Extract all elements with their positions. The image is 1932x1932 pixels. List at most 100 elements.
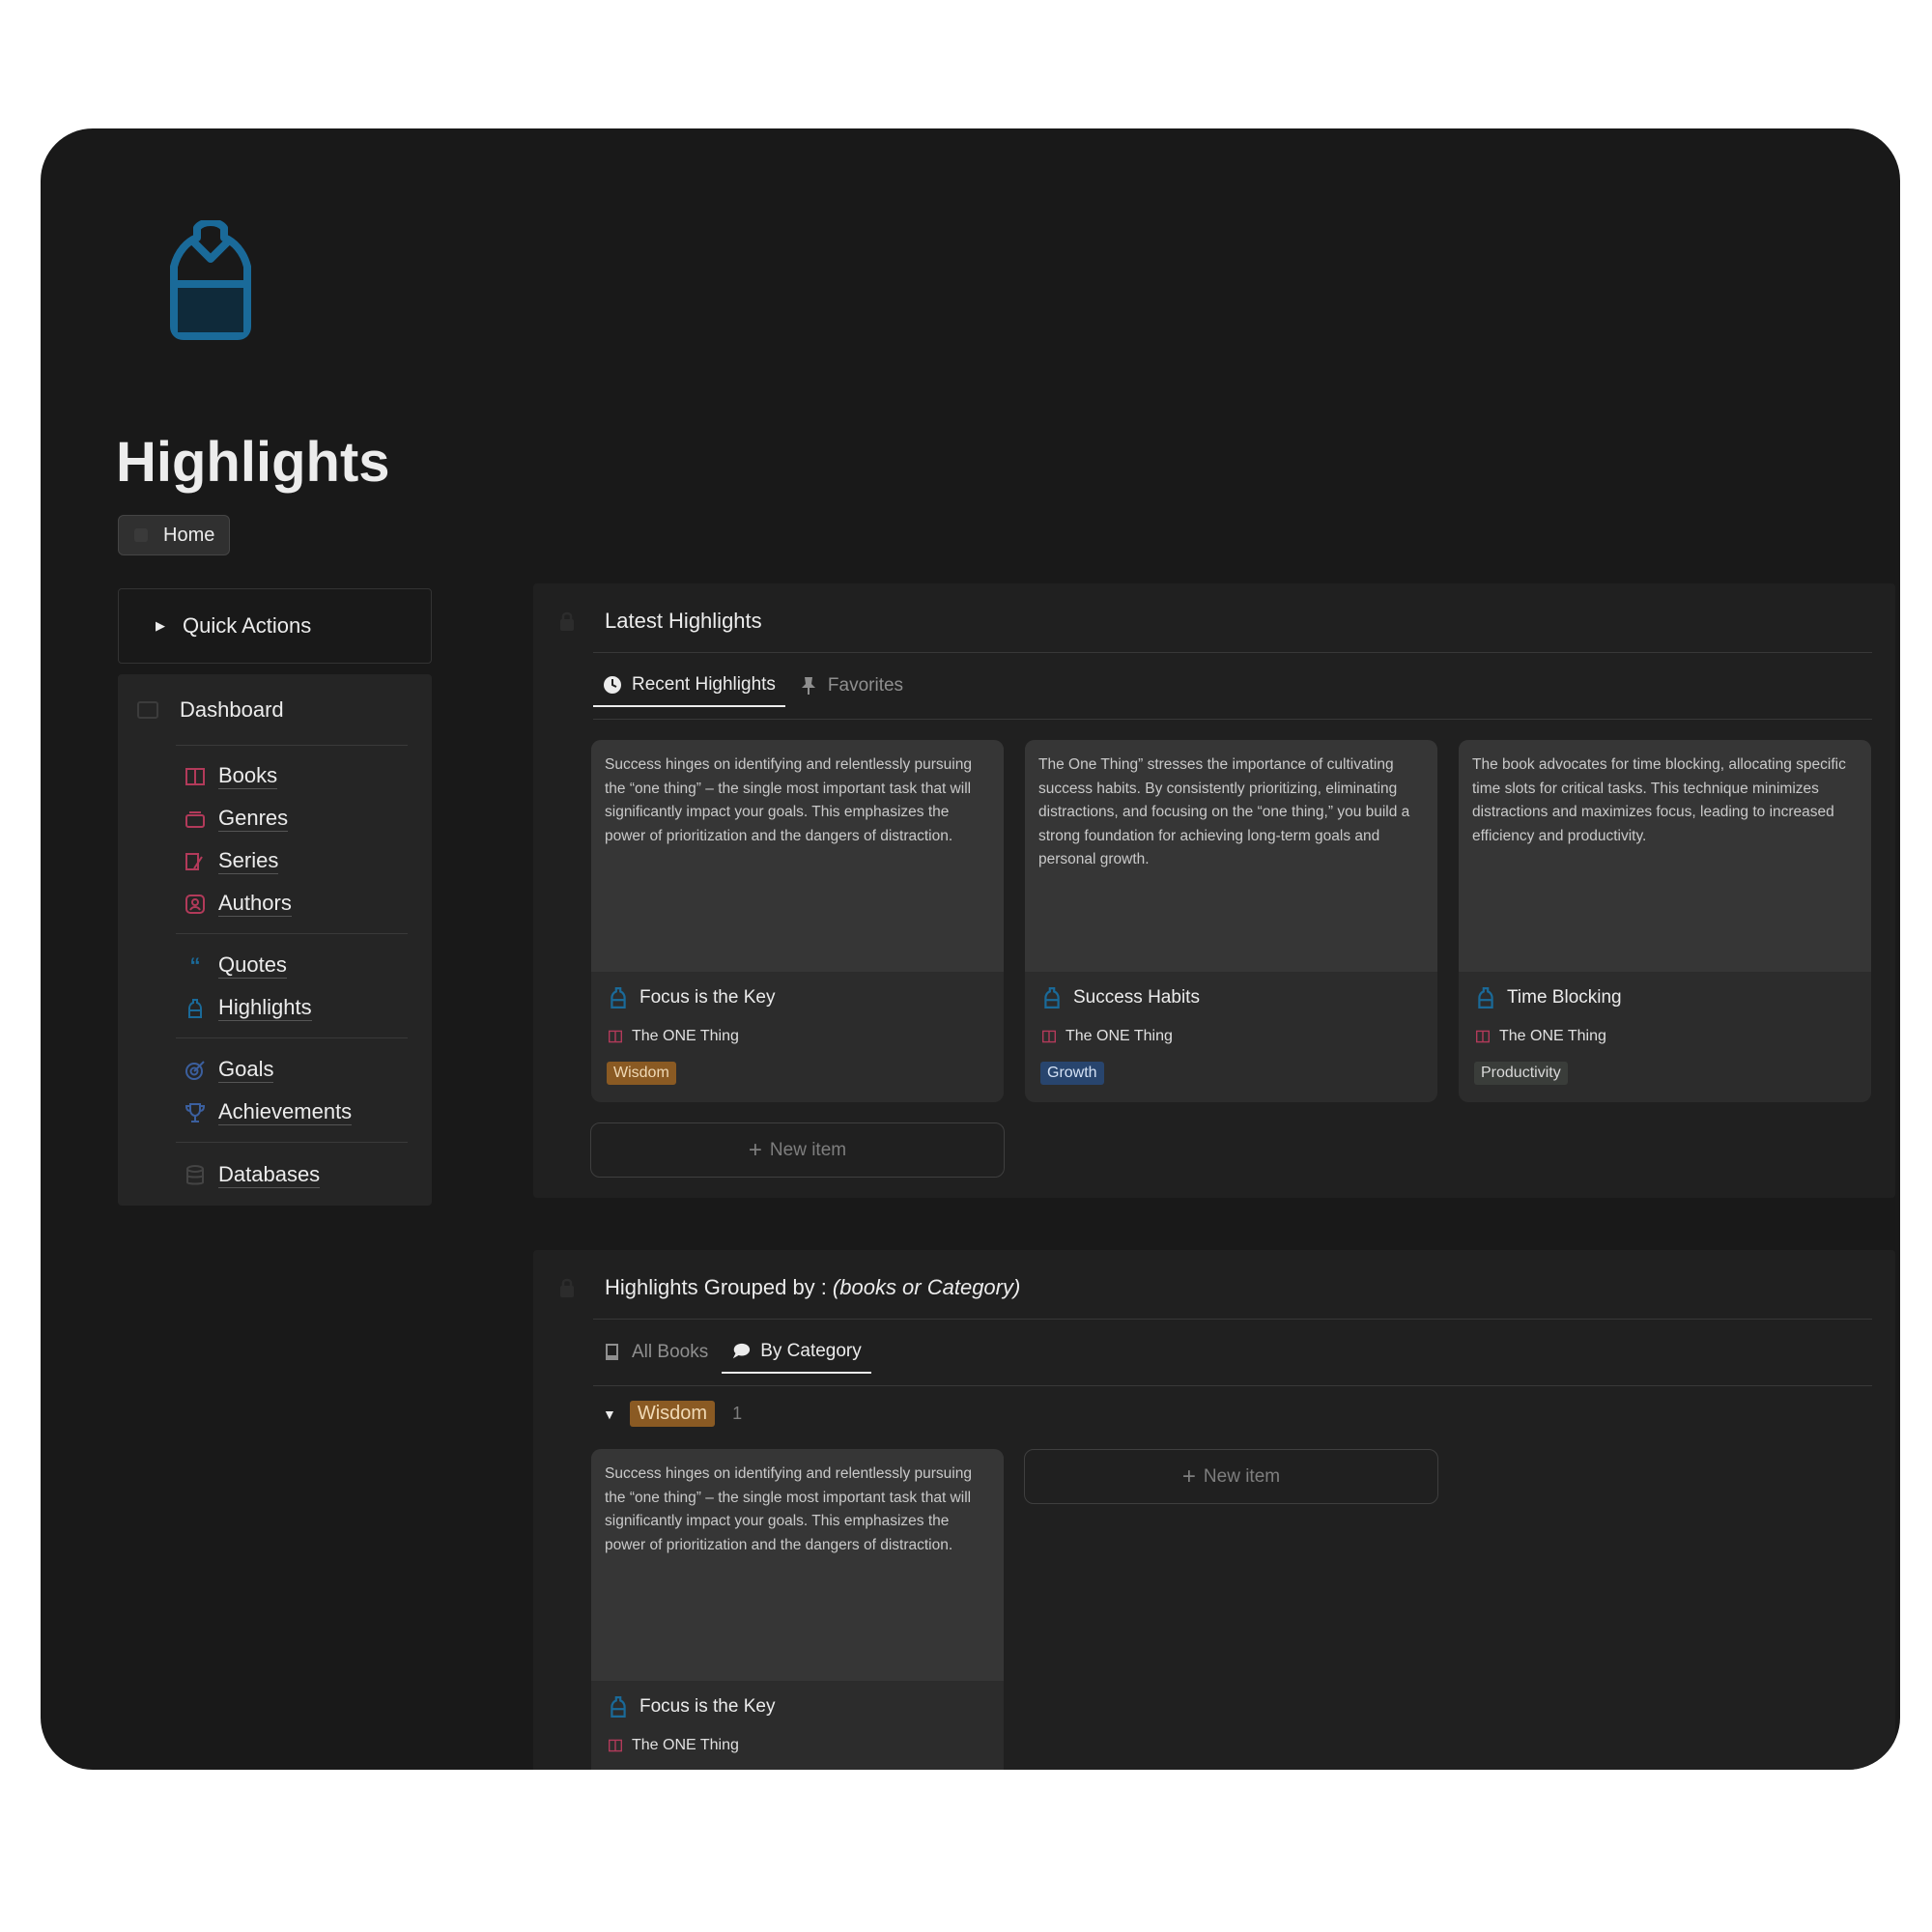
sidebar-item-label: Goals xyxy=(218,1057,274,1083)
panel-title-suffix: (books or Category) xyxy=(832,1275,1021,1299)
new-item-button[interactable]: + New item xyxy=(590,1122,1005,1178)
new-item-button[interactable]: + New item xyxy=(1024,1449,1438,1504)
tab-all-books[interactable]: All Books xyxy=(593,1341,718,1374)
highlight-card[interactable]: Success hinges on identifying and relent… xyxy=(591,740,1004,1102)
sidebar-divider xyxy=(176,1037,408,1038)
highlighter-icon xyxy=(184,997,207,1020)
chat-bubble-icon xyxy=(731,1342,751,1361)
new-item-label: New item xyxy=(769,1139,847,1160)
home-icon xyxy=(134,528,148,542)
highlighter-page-icon xyxy=(170,220,251,340)
tab-recent-highlights[interactable]: Recent Highlights xyxy=(593,674,785,707)
sidebar-item-books[interactable]: Books xyxy=(184,763,278,789)
card-preview: Success hinges on identifying and relent… xyxy=(591,740,1004,972)
panel-title: Latest Highlights xyxy=(605,609,762,633)
sidebar-item-achievements[interactable]: Achievements xyxy=(184,1099,353,1125)
lock-icon xyxy=(560,1278,574,1297)
tab-label: Favorites xyxy=(827,675,904,696)
book-icon xyxy=(1042,1030,1056,1043)
card-title: Focus is the Key xyxy=(609,1696,775,1718)
card-preview: The One Thing” stresses the importance o… xyxy=(1025,740,1437,972)
sidebar-item-label: Books xyxy=(218,763,278,789)
card-preview: Success hinges on identifying and relent… xyxy=(591,1449,1004,1681)
quick-actions-label: Quick Actions xyxy=(183,613,312,638)
tab-by-category[interactable]: By Category xyxy=(722,1341,871,1374)
triangle-right-icon: ▶ xyxy=(156,618,165,633)
trophy-icon xyxy=(184,1101,207,1124)
book-icon xyxy=(609,1030,622,1043)
tag-wisdom: Wisdom xyxy=(607,1062,676,1085)
card-title: Time Blocking xyxy=(1476,987,1622,1009)
sidebar-item-series[interactable]: Series xyxy=(184,848,279,874)
grouped-highlights-header: Highlights Grouped by : (books or Catego… xyxy=(558,1275,1020,1300)
tab-favorites[interactable]: Favorites xyxy=(789,674,913,707)
card-title-text: Success Habits xyxy=(1073,987,1200,1008)
page-title: Highlights xyxy=(116,431,390,494)
tab-label: By Category xyxy=(760,1341,862,1361)
sidebar-navigation: Dashboard Books Genres Series Authors “ … xyxy=(118,674,432,1206)
series-icon xyxy=(184,850,207,873)
target-icon xyxy=(184,1059,207,1082)
author-icon xyxy=(184,893,207,916)
card-title-text: Focus is the Key xyxy=(639,1696,776,1717)
sidebar-divider xyxy=(176,933,408,934)
sidebar-item-label: Achievements xyxy=(218,1099,353,1125)
grouped-highlights-panel: Highlights Grouped by : (books or Catego… xyxy=(533,1250,1895,1770)
pin-icon xyxy=(799,676,818,696)
books-icon xyxy=(603,1343,622,1362)
plus-icon: + xyxy=(748,1136,762,1163)
sidebar-item-goals[interactable]: Goals xyxy=(184,1057,274,1083)
card-book: The ONE Thing xyxy=(1476,1028,1606,1045)
book-icon xyxy=(609,1739,622,1752)
highlight-card[interactable]: The book advocates for time blocking, al… xyxy=(1459,740,1871,1102)
sidebar-divider xyxy=(176,745,408,746)
sidebar-item-label: Databases xyxy=(218,1162,321,1188)
sidebar-item-highlights[interactable]: Highlights xyxy=(184,995,312,1021)
sidebar-item-databases[interactable]: Databases xyxy=(184,1162,321,1188)
group-header-wisdom[interactable]: ▼ Wisdom 1 xyxy=(603,1401,742,1427)
card-text: The book advocates for time blocking, al… xyxy=(1472,756,1846,844)
card-title-text: Time Blocking xyxy=(1507,987,1622,1008)
tag-growth: Growth xyxy=(1040,1062,1104,1085)
highlight-card[interactable]: Success hinges on identifying and relent… xyxy=(591,1449,1004,1770)
sidebar-item-label: Series xyxy=(218,848,279,874)
home-label: Home xyxy=(163,524,215,546)
home-button[interactable]: Home xyxy=(118,515,230,555)
tab-underline-rule xyxy=(593,719,1872,720)
card-book-text: The ONE Thing xyxy=(632,1028,739,1044)
card-text: The One Thing” stresses the importance o… xyxy=(1038,756,1410,867)
quick-actions-toggle[interactable]: ▶ Quick Actions xyxy=(118,588,432,664)
sidebar-dashboard[interactable]: Dashboard xyxy=(137,697,284,723)
sidebar-divider xyxy=(176,1142,408,1143)
panel-title: Highlights Grouped by : xyxy=(605,1275,827,1299)
book-icon xyxy=(184,765,207,788)
sidebar-item-genres[interactable]: Genres xyxy=(184,806,289,832)
tab-label: Recent Highlights xyxy=(632,674,776,695)
sidebar-item-quotes[interactable]: “ Quotes xyxy=(184,952,287,979)
sidebar-item-label: Highlights xyxy=(218,995,312,1021)
card-preview: The book advocates for time blocking, al… xyxy=(1459,740,1871,972)
card-title: Focus is the Key xyxy=(609,987,775,1009)
tab-label: All Books xyxy=(632,1342,709,1362)
genre-icon xyxy=(184,808,207,831)
sidebar-item-label: Authors xyxy=(218,891,292,917)
dashboard-label: Dashboard xyxy=(180,697,284,722)
tag-productivity: Productivity xyxy=(1474,1062,1568,1085)
sidebar-item-label: Quotes xyxy=(218,952,287,979)
card-book: The ONE Thing xyxy=(1042,1028,1173,1045)
latest-highlights-panel: Latest Highlights Recent Highlights Favo… xyxy=(533,583,1895,1198)
card-book-text: The ONE Thing xyxy=(1499,1028,1606,1044)
highlighter-icon xyxy=(1478,987,1493,1009)
notion-window: Highlights Home ▶ Quick Actions Dashboar… xyxy=(41,128,1900,1770)
highlighter-icon xyxy=(611,1696,626,1718)
tab-underline-rule xyxy=(593,1385,1872,1386)
highlight-card[interactable]: The One Thing” stresses the importance o… xyxy=(1025,740,1437,1102)
sidebar-item-authors[interactable]: Authors xyxy=(184,891,292,917)
database-icon xyxy=(184,1164,207,1187)
triangle-down-icon: ▼ xyxy=(603,1406,616,1422)
card-book-text: The ONE Thing xyxy=(632,1737,739,1753)
group-tag: Wisdom xyxy=(629,1401,716,1427)
plus-icon: + xyxy=(1181,1463,1196,1490)
latest-tabs: Recent Highlights Favorites xyxy=(593,674,917,707)
highlighter-icon xyxy=(611,987,626,1009)
